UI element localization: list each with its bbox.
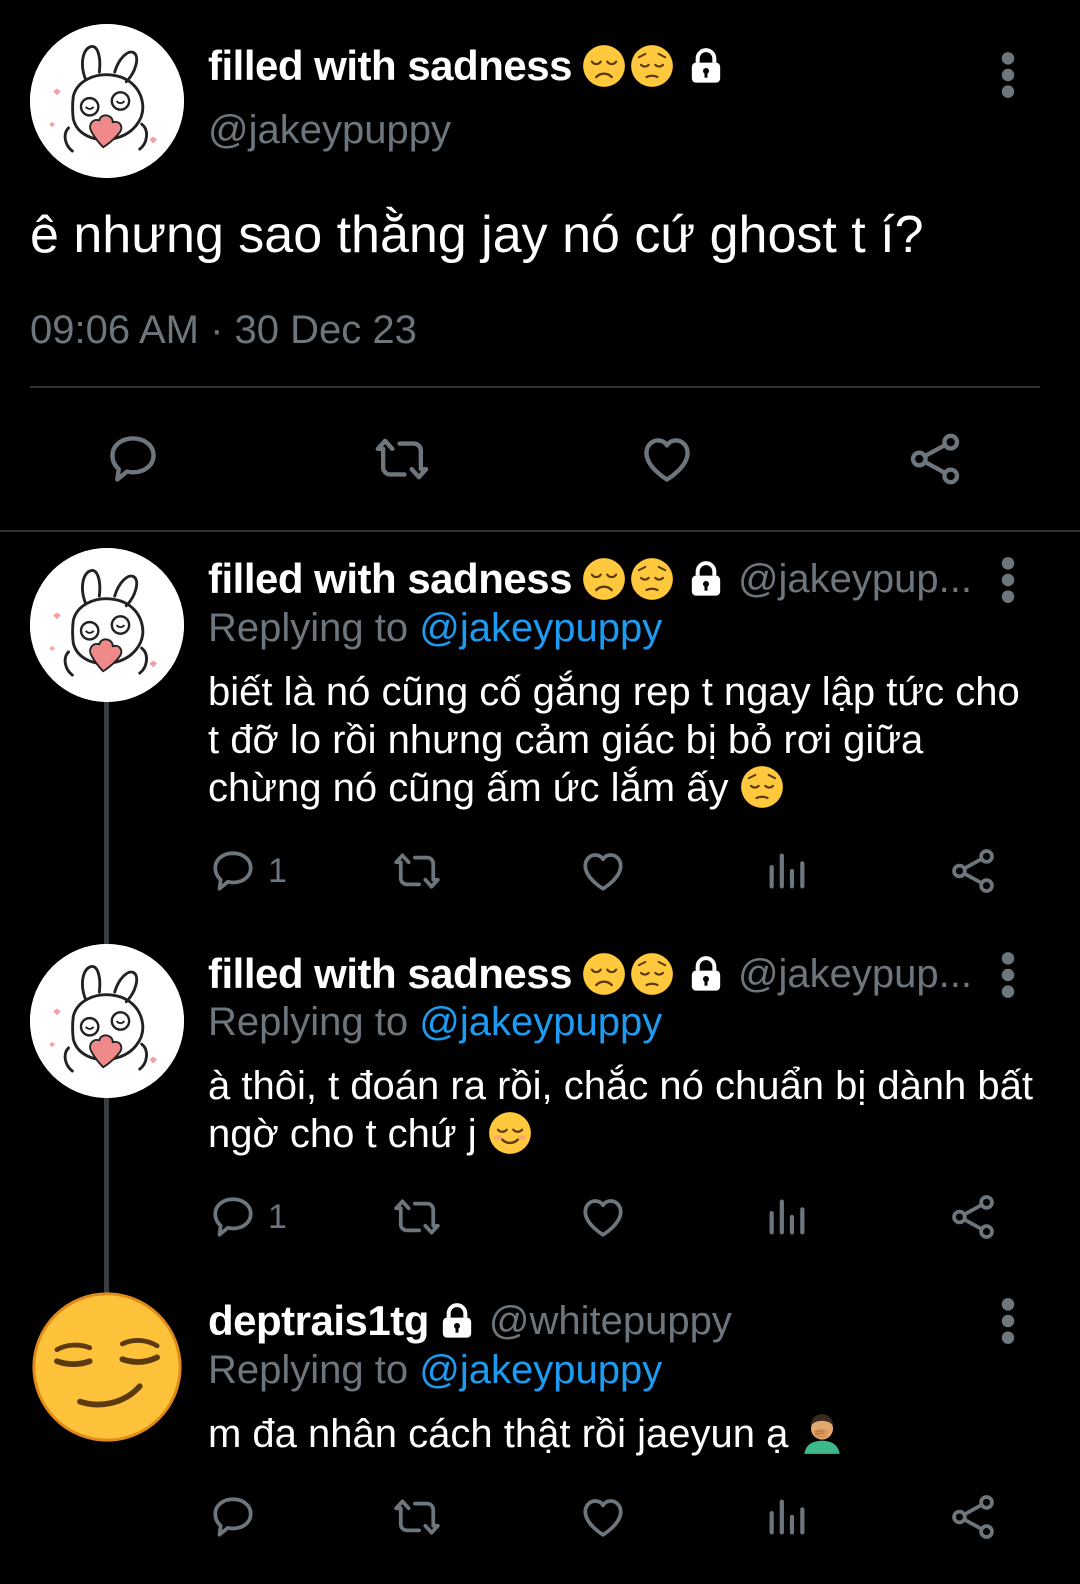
retweet-icon: [370, 430, 434, 488]
main-avatar[interactable]: [30, 24, 184, 178]
lock-icon: [686, 954, 726, 994]
main-tweet-text: ê nhưng sao thằng jay nó cứ ghost t í?: [30, 206, 924, 264]
reply-like-button[interactable]: [578, 1192, 628, 1242]
disappointed-emoji-icon: [582, 952, 626, 996]
views-icon: [764, 1192, 810, 1242]
share-icon: [906, 430, 964, 488]
pensive-emoji-icon: [630, 44, 674, 88]
reply-icon: [208, 846, 258, 896]
reply-display-name[interactable]: deptrais1tg: [208, 1297, 429, 1345]
like-icon: [578, 1492, 628, 1542]
share-icon: [948, 846, 998, 896]
replying-to-mention[interactable]: @jakeypuppy: [419, 1348, 662, 1392]
reply-avatar[interactable]: [30, 548, 184, 702]
replying-to: Replying to @jakeypuppy: [208, 1000, 662, 1045]
section-divider: [0, 530, 1080, 532]
share-icon: [948, 1192, 998, 1242]
reply-avatar[interactable]: [30, 1290, 184, 1444]
reply-display-name[interactable]: filled with sadness: [208, 950, 572, 998]
name-emojis: [582, 44, 678, 88]
main-share-button[interactable]: [906, 430, 964, 488]
relieved-emoji-icon: [488, 1111, 532, 1155]
reply-share-button[interactable]: [948, 1192, 998, 1242]
like-icon: [638, 430, 696, 488]
smirk-emoji-icon: [30, 1290, 184, 1444]
replying-to: Replying to @jakeypuppy: [208, 1348, 662, 1393]
thread-line: [104, 700, 109, 950]
replying-to-label: Replying to: [208, 606, 409, 650]
replying-to: Replying to @jakeypuppy: [208, 606, 662, 651]
reply-share-button[interactable]: [948, 1492, 998, 1542]
main-divider: [30, 386, 1040, 388]
reply-views-button[interactable]: [764, 1492, 810, 1542]
thread-line: [104, 1096, 109, 1294]
pensive-emoji-icon: [630, 952, 674, 996]
reply-author-line: deptrais1tg @whitepuppy: [208, 1295, 732, 1347]
reply-retweet-button[interactable]: [390, 1192, 444, 1242]
main-reply-button[interactable]: [104, 430, 162, 488]
lock-icon: [437, 1301, 477, 1341]
main-author-line: filled with sadness: [208, 40, 726, 92]
reply-reply-button[interactable]: 1: [208, 1192, 287, 1242]
reply-icon: [104, 430, 162, 488]
reply-share-button[interactable]: [948, 846, 998, 896]
retweet-icon: [390, 1192, 444, 1242]
reply-reply-button[interactable]: 1: [208, 846, 287, 896]
reply-text-block: biết là nó cũng cố gắng rep t ngay lập t…: [208, 668, 1038, 812]
reply-handle[interactable]: @whitepuppy: [489, 1299, 732, 1344]
more-vert-icon[interactable]: [998, 950, 1018, 1000]
main-retweet-button[interactable]: [370, 430, 434, 488]
main-handle[interactable]: @jakeypuppy: [208, 108, 451, 153]
name-emojis: [582, 952, 678, 996]
reply-views-button[interactable]: [764, 1192, 810, 1242]
facepalm-emoji-icon: [800, 1411, 844, 1455]
main-timestamp[interactable]: 09:06 AM · 30 Dec 23: [30, 308, 417, 353]
reply-text-block: à thôi, t đoán ra rồi, chắc nó chuẩn bị …: [208, 1062, 1038, 1158]
name-emojis: [582, 557, 678, 601]
reply-retweet-button[interactable]: [390, 846, 444, 896]
more-vert-icon[interactable]: [998, 50, 1018, 100]
reply-views-button[interactable]: [764, 846, 810, 896]
reply-author-line: filled with sadness @jakeypup...: [208, 553, 972, 605]
views-icon: [764, 1492, 810, 1542]
main-display-name[interactable]: filled with sadness: [208, 42, 572, 90]
views-icon: [764, 846, 810, 896]
reply-handle[interactable]: @jakeypup...: [738, 557, 972, 602]
lock-icon: [686, 559, 726, 599]
main-like-button[interactable]: [638, 430, 696, 488]
like-icon: [578, 1192, 628, 1242]
reply-text: m đa nhân cách thật rồi jaeyun ạ: [208, 1412, 789, 1456]
share-icon: [948, 1492, 998, 1542]
reply-like-button[interactable]: [578, 1492, 628, 1542]
reply-retweet-button[interactable]: [390, 1492, 444, 1542]
reply-author-line: filled with sadness @jakeypup...: [208, 948, 972, 1000]
reply-avatar[interactable]: [30, 944, 184, 1098]
reply-text-block: m đa nhân cách thật rồi jaeyun ạ: [208, 1410, 1038, 1458]
more-vert-icon[interactable]: [998, 555, 1018, 605]
replying-to-mention[interactable]: @jakeypuppy: [419, 606, 662, 650]
reply-text: biết là nó cũng cố gắng rep t ngay lập t…: [208, 670, 1020, 810]
retweet-icon: [390, 846, 444, 896]
replying-to-mention[interactable]: @jakeypuppy: [419, 1000, 662, 1044]
retweet-icon: [390, 1492, 444, 1542]
more-vert-icon[interactable]: [998, 1296, 1018, 1346]
pensive-emoji-icon: [630, 557, 674, 601]
reply-count: 1: [268, 851, 287, 890]
reply-display-name[interactable]: filled with sadness: [208, 555, 572, 603]
reply-icon: [208, 1192, 258, 1242]
reply-handle[interactable]: @jakeypup...: [738, 952, 972, 997]
like-icon: [578, 846, 628, 896]
pensive-emoji-icon: [740, 765, 784, 809]
reply-count: 1: [268, 1197, 287, 1236]
disappointed-emoji-icon: [582, 557, 626, 601]
reply-reply-button[interactable]: [208, 1492, 258, 1542]
replying-to-label: Replying to: [208, 1000, 409, 1044]
reply-like-button[interactable]: [578, 846, 628, 896]
reply-icon: [208, 1492, 258, 1542]
reply-text: à thôi, t đoán ra rồi, chắc nó chuẩn bị …: [208, 1064, 1034, 1156]
lock-icon: [686, 46, 726, 86]
disappointed-emoji-icon: [582, 44, 626, 88]
replying-to-label: Replying to: [208, 1348, 409, 1392]
